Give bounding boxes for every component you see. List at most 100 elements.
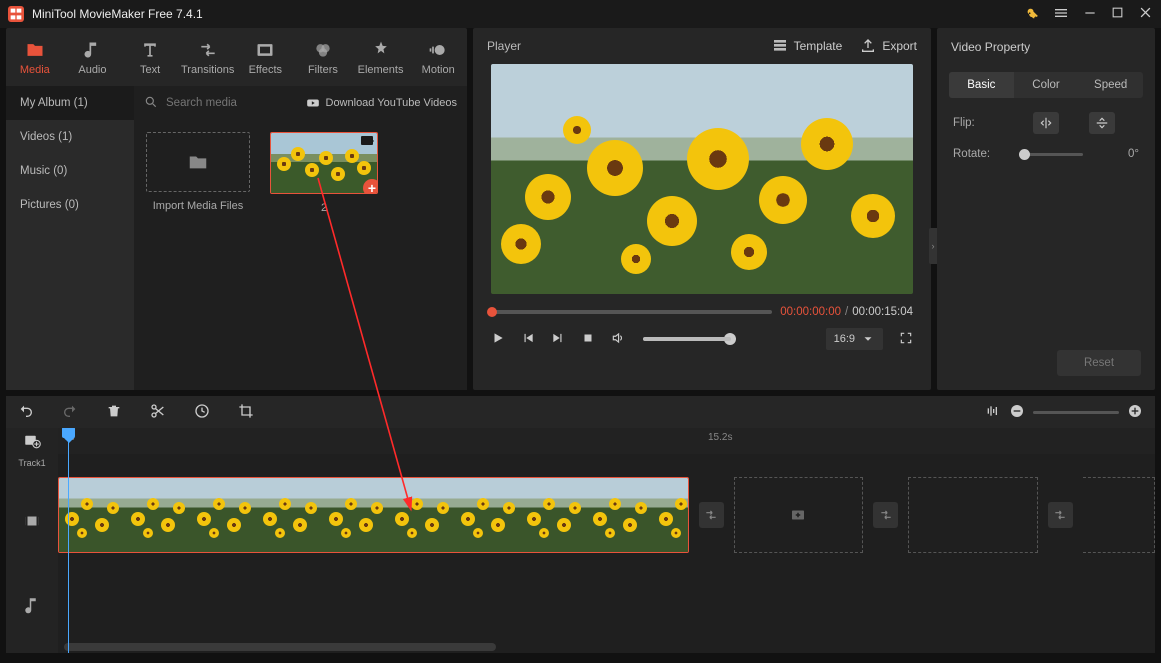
close-icon[interactable]	[1138, 5, 1153, 23]
category-my-album[interactable]: My Album (1)	[6, 86, 134, 120]
category-pictures[interactable]: Pictures (0)	[6, 188, 134, 222]
timeline-clip[interactable]	[58, 477, 689, 553]
titlebar: MiniTool MovieMaker Free 7.4.1	[0, 0, 1161, 28]
tab-basic[interactable]: Basic	[949, 72, 1014, 98]
tab-transitions[interactable]: Transitions	[179, 32, 237, 86]
total-time: 00:00:15:04	[852, 306, 913, 318]
stop-icon[interactable]	[581, 331, 595, 348]
tab-media[interactable]: Media	[6, 32, 64, 86]
transition-slot-3[interactable]	[1048, 502, 1073, 528]
volume-icon[interactable]	[611, 331, 625, 348]
add-to-timeline-icon[interactable]: +	[363, 179, 378, 194]
template-button[interactable]: Template	[772, 38, 843, 54]
tab-motion-label: Motion	[422, 64, 455, 76]
time-ruler[interactable]: 0s 15.2s	[58, 428, 1155, 454]
aspect-ratio-select[interactable]: 16:9	[826, 328, 883, 350]
property-panel: › Video Property Basic Color Speed Flip:…	[937, 28, 1155, 390]
download-youtube-button[interactable]: Download YouTube Videos	[306, 96, 458, 110]
fullscreen-icon[interactable]	[899, 331, 913, 348]
export-button[interactable]: Export	[860, 38, 917, 54]
media-clip[interactable]: +	[270, 132, 378, 194]
import-media-button[interactable]	[146, 132, 250, 192]
time-display: 00:00:00:00/00:00:15:04	[780, 306, 913, 318]
tab-media-label: Media	[20, 64, 50, 76]
timeline-scrollbar[interactable]	[64, 643, 1145, 651]
zoom-in-icon[interactable]	[1127, 403, 1143, 422]
search-input[interactable]	[166, 97, 286, 109]
seek-slider[interactable]	[491, 310, 772, 314]
timeline: Track1 0s 15.2s	[6, 428, 1155, 653]
empty-slot-2[interactable]	[908, 477, 1038, 553]
video-track[interactable]	[58, 472, 1155, 558]
import-media-label: Import Media Files	[153, 200, 243, 212]
property-title: Video Property	[937, 28, 1155, 66]
audio-track-row-icon	[6, 570, 58, 640]
ruler-end: 15.2s	[708, 432, 732, 443]
tab-effects[interactable]: Effects	[237, 32, 295, 86]
flip-vertical-button[interactable]	[1089, 112, 1115, 134]
menu-icon[interactable]	[1053, 5, 1069, 24]
volume-slider[interactable]	[643, 337, 731, 341]
flip-horizontal-button[interactable]	[1033, 112, 1059, 134]
add-track-icon[interactable]	[6, 428, 58, 454]
zoom-slider[interactable]	[1033, 411, 1119, 414]
app-title: MiniTool MovieMaker Free 7.4.1	[32, 7, 1025, 21]
prev-frame-icon[interactable]	[521, 331, 535, 348]
flip-label: Flip:	[953, 117, 1003, 129]
property-tabs: Basic Color Speed	[949, 72, 1143, 98]
transition-slot-1[interactable]	[699, 502, 724, 528]
audio-track-icon[interactable]	[985, 403, 1001, 422]
tab-text[interactable]: Text	[121, 32, 179, 86]
player-title: Player	[487, 39, 521, 53]
delete-icon[interactable]	[106, 403, 122, 422]
next-frame-icon[interactable]	[551, 331, 565, 348]
maximize-icon[interactable]	[1111, 6, 1124, 22]
playhead[interactable]	[68, 428, 69, 653]
rotate-value: 0°	[1128, 148, 1139, 160]
tab-elements[interactable]: Elements	[352, 32, 410, 86]
tab-motion[interactable]: Motion	[409, 32, 467, 86]
transition-slot-2[interactable]	[873, 502, 898, 528]
redo-icon[interactable]	[62, 403, 78, 422]
collapse-handle[interactable]: ›	[929, 228, 937, 264]
empty-slot-3[interactable]	[1083, 477, 1155, 553]
tab-audio-label: Audio	[78, 64, 106, 76]
zoom-out-icon[interactable]	[1009, 403, 1025, 422]
play-icon[interactable]	[491, 331, 505, 348]
search-icon	[144, 95, 158, 112]
timeline-toolbar	[6, 396, 1155, 428]
media-clip-label: 2	[321, 202, 327, 214]
speed-icon[interactable]	[194, 403, 210, 422]
aspect-ratio-label: 16:9	[834, 333, 855, 345]
tab-filters-label: Filters	[308, 64, 338, 76]
rotate-slider[interactable]	[1023, 153, 1083, 156]
main-toolbar: Media Audio Text Transitions Effects Fil…	[6, 28, 467, 86]
category-music[interactable]: Music (0)	[6, 154, 134, 188]
track-label: Track1	[6, 454, 58, 472]
minimize-icon[interactable]	[1083, 6, 1097, 23]
empty-slot-1[interactable]	[734, 477, 864, 553]
player-panel: Player Template Export 00:00:00:00/00:00…	[473, 28, 931, 390]
tab-text-label: Text	[140, 64, 160, 76]
category-list: My Album (1) Videos (1) Music (0) Pictur…	[6, 86, 134, 390]
app-logo	[8, 6, 24, 22]
rotate-label: Rotate:	[953, 148, 1003, 160]
tab-color[interactable]: Color	[1014, 72, 1079, 98]
tab-audio[interactable]: Audio	[64, 32, 122, 86]
tab-elements-label: Elements	[358, 64, 404, 76]
upgrade-icon[interactable]	[1025, 6, 1039, 23]
preview-viewport[interactable]	[491, 64, 913, 294]
tab-speed[interactable]: Speed	[1078, 72, 1143, 98]
download-youtube-label: Download YouTube Videos	[326, 97, 458, 109]
crop-icon[interactable]	[238, 403, 254, 422]
category-videos[interactable]: Videos (1)	[6, 120, 134, 154]
template-label: Template	[794, 39, 843, 53]
undo-icon[interactable]	[18, 403, 34, 422]
video-type-icon	[361, 136, 373, 145]
reset-button[interactable]: Reset	[1057, 350, 1141, 376]
tab-filters[interactable]: Filters	[294, 32, 352, 86]
current-time: 00:00:00:00	[780, 306, 841, 318]
video-track-icon	[6, 472, 58, 570]
tab-transitions-label: Transitions	[181, 64, 234, 76]
split-icon[interactable]	[150, 403, 166, 422]
